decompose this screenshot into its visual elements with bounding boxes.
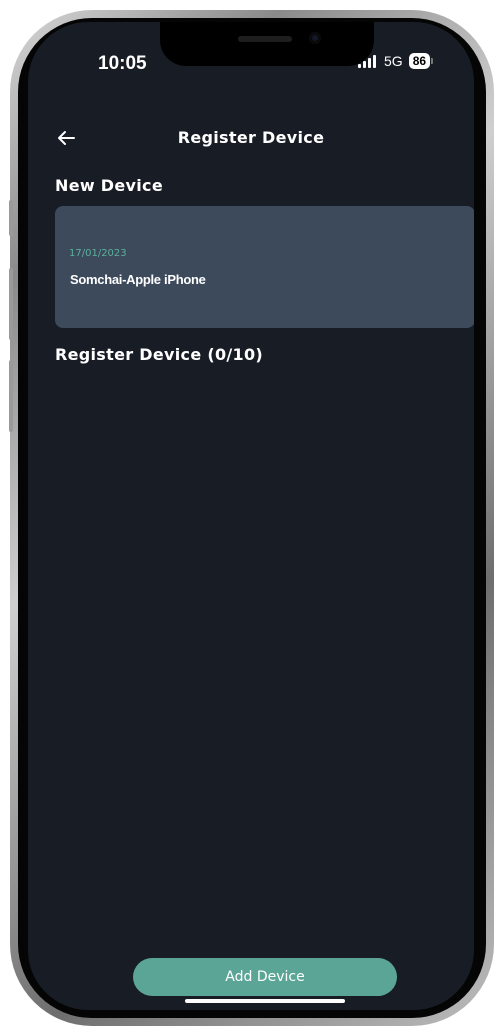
app-header: Register Device (28, 122, 474, 154)
registered-devices-heading: Register Device (0/10) (55, 345, 264, 364)
speaker (238, 36, 292, 42)
battery-icon: 86 (408, 53, 431, 69)
status-time: 10:05 (98, 53, 147, 74)
mute-switch (9, 200, 13, 236)
new-device-heading: New Device (55, 176, 163, 195)
device-name: Somchai-Apple iPhone (70, 272, 206, 287)
volume-down-button (9, 360, 13, 432)
status-indicators: 5G 86 (358, 53, 434, 69)
notch (160, 22, 374, 66)
home-indicator (185, 999, 345, 1003)
signal-icon (358, 54, 378, 68)
page-title: Register Device (177, 128, 325, 147)
network-type: 5G (384, 53, 403, 69)
new-device-card[interactable]: 17/01/2023 Somchai-Apple iPhone (55, 206, 474, 328)
front-camera (309, 32, 321, 44)
app-screen: 10:05 5G 86 Register Device New Device 1… (28, 22, 474, 1010)
device-date: 17/01/2023 (69, 248, 127, 259)
add-device-button[interactable]: Add Device (133, 958, 397, 996)
battery-tip (431, 58, 434, 64)
volume-up-button (9, 268, 13, 340)
